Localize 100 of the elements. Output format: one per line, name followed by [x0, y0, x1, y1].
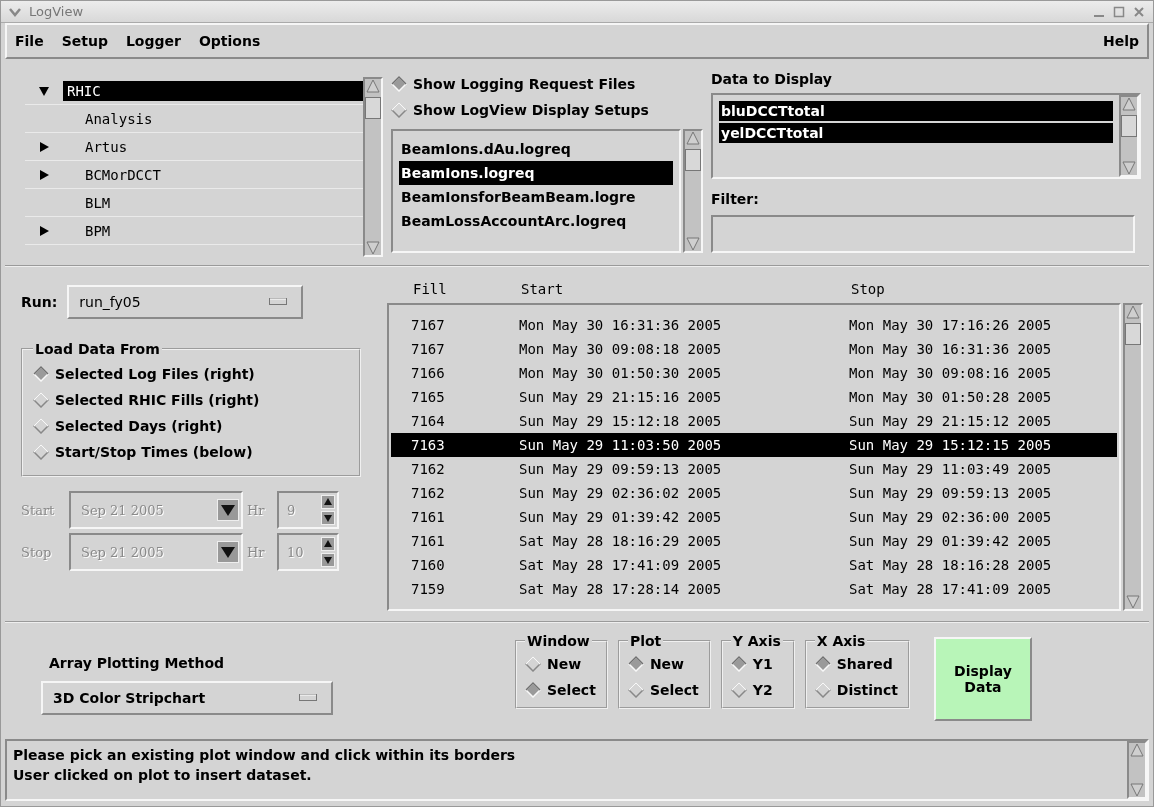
tree-item[interactable]: BCMorDCCT: [63, 164, 363, 185]
plotting-method-dropdown[interactable]: 3D Color Stripchart: [41, 681, 333, 715]
table-row[interactable]: 7166 Mon May 30 01:50:30 2005 Mon May 30 09:08:16 2005: [391, 361, 1117, 385]
radio-label[interactable]: Selected Days (right): [55, 418, 223, 434]
radio-label[interactable]: Shared: [836, 656, 893, 672]
time-label: Stop: [21, 544, 53, 560]
radio-button[interactable]: [525, 656, 541, 672]
scroll-thumb[interactable]: [365, 97, 381, 119]
radio-button[interactable]: [730, 682, 747, 698]
data-to-display-label: Data to Display: [711, 71, 833, 87]
scroll-down-icon[interactable]: [1130, 783, 1144, 797]
table-row[interactable]: 7161 Sat May 28 18:16:29 2005 Sun May 29 01:39:42 2005: [391, 529, 1117, 553]
scroll-thumb[interactable]: [1125, 323, 1141, 345]
date-field: Sep 21 2005: [69, 533, 243, 571]
table-row[interactable]: 7167 Mon May 30 09:08:18 2005 Mon May 30 16:31:36 2005: [391, 337, 1117, 361]
list-item[interactable]: BeamIonsforBeamBeam.logre: [399, 185, 673, 209]
radio-label[interactable]: Distinct: [836, 682, 898, 698]
scroll-thumb[interactable]: [1121, 115, 1137, 137]
radio-label[interactable]: New: [649, 656, 685, 672]
scroll-down-icon[interactable]: [1126, 595, 1140, 609]
tree-item[interactable]: BPM: [63, 220, 363, 241]
table-row[interactable]: 7162 Sun May 29 09:59:13 2005 Sun May 29 11:03:49 2005: [391, 457, 1117, 481]
table-row[interactable]: 7160 Sat May 28 17:41:09 2005 Sat May 28 18:16:28 2005: [391, 553, 1117, 577]
menu-item[interactable]: Help: [1102, 33, 1139, 49]
load-data-group: Load Data From Selected Log Files (right) Selected RHIC Fills (right) Selected Days (right) Start/Stop Times (below): [21, 341, 361, 477]
hour-field: 10: [277, 533, 339, 571]
filter-field[interactable]: [711, 215, 1135, 253]
fill-cell-text: 7164: [411, 413, 446, 429]
table-row[interactable]: 7163 Sun May 29 11:03:50 2005 Sun May 29 15:12:15 2005: [391, 433, 1117, 457]
tree-item[interactable]: RHIC: [63, 80, 363, 101]
scroll-up-icon[interactable]: [1130, 743, 1144, 757]
list-item[interactable]: BeamLossAccountArc.logreq: [399, 209, 673, 233]
scroll-up-icon[interactable]: [1122, 97, 1136, 111]
scroll-up-icon[interactable]: [686, 131, 700, 145]
menu-item[interactable]: Logger: [125, 33, 181, 49]
table-row[interactable]: 7165 Sun May 29 21:15:16 2005 Mon May 30 01:50:28 2005: [391, 385, 1117, 409]
table-row[interactable]: 7164 Sun May 29 15:12:18 2005 Sun May 29 21:15:12 2005: [391, 409, 1117, 433]
scrollbar[interactable]: [1127, 741, 1147, 799]
menu-item[interactable]: Setup: [61, 33, 108, 49]
scrollbar[interactable]: [1123, 303, 1143, 611]
list-item[interactable]: bluDCCTtotal: [719, 101, 1113, 121]
radio-button[interactable]: [814, 682, 831, 698]
option-group: Window New Select: [515, 633, 608, 709]
radio-label[interactable]: Selected Log Files (right): [55, 366, 255, 382]
scrollbar[interactable]: [683, 129, 703, 253]
stop-cell-text: Sun May 29 21:15:12 2005: [849, 413, 1053, 429]
radio-label[interactable]: New: [547, 656, 582, 672]
run-dropdown[interactable]: run_fy05: [67, 285, 304, 319]
stop-cell-text: Sun May 29 02:36:00 2005: [849, 509, 1053, 525]
scroll-up-icon[interactable]: [1126, 305, 1140, 319]
radio-label[interactable]: Select: [547, 682, 596, 698]
radio-label[interactable]: Show LogView Display Setups: [413, 102, 649, 118]
radio-button[interactable]: [391, 102, 407, 118]
scrollbar[interactable]: [363, 77, 383, 257]
scrollbar[interactable]: [1119, 95, 1139, 177]
scroll-down-icon[interactable]: [1122, 161, 1136, 175]
start-cell-text: Sun May 29 15:12:18 2005: [519, 413, 723, 429]
table-row[interactable]: 7159 Sat May 28 17:28:14 2005 Sat May 28 17:41:09 2005: [391, 577, 1117, 601]
list-item[interactable]: BeamIons.logreq: [399, 161, 673, 185]
start-cell-text: Sun May 29 09:59:13 2005: [519, 461, 723, 477]
scroll-down-icon[interactable]: [366, 241, 380, 255]
option-group: Plot New Select: [617, 633, 711, 709]
radio-button[interactable]: [33, 392, 49, 408]
scroll-up-icon[interactable]: [366, 79, 380, 93]
table-row[interactable]: 7162 Sun May 29 02:36:02 2005 Sun May 29 09:59:13 2005: [391, 481, 1117, 505]
radio-label[interactable]: Start/Stop Times (below): [55, 444, 253, 460]
stop-cell-text: Mon May 30 17:16:26 2005: [849, 317, 1053, 333]
close-icon[interactable]: [1133, 5, 1145, 18]
tree-item[interactable]: Artus: [63, 136, 363, 157]
tree-item[interactable]: Analysis: [63, 108, 363, 129]
radio-button[interactable]: [33, 444, 49, 460]
run-label: Run:: [21, 294, 58, 310]
radio-label[interactable]: Y1: [752, 656, 773, 672]
radio-label[interactable]: Selected RHIC Fills (right): [55, 392, 260, 408]
list-item[interactable]: BeamIons.dAu.logreq: [399, 137, 673, 161]
radio-label[interactable]: Select: [649, 682, 699, 698]
menu-item[interactable]: Options: [198, 33, 261, 49]
tree-item[interactable]: BLM: [63, 192, 363, 213]
table-row[interactable]: 7161 Sun May 29 01:39:42 2005 Sun May 29 02:36:00 2005: [391, 505, 1117, 529]
stop-cell-text: Sun May 29 09:59:13 2005: [849, 485, 1053, 501]
table-row[interactable]: 7167 Mon May 30 16:31:36 2005 Mon May 30 17:16:26 2005: [391, 313, 1117, 337]
radio-label[interactable]: Show Logging Request Files: [413, 76, 636, 92]
scroll-down-icon[interactable]: [686, 237, 700, 251]
collapsed-arrow-icon[interactable]: [38, 168, 50, 181]
scroll-thumb[interactable]: [685, 149, 701, 171]
collapsed-arrow-icon[interactable]: [38, 224, 50, 237]
menu-item[interactable]: File: [15, 33, 44, 49]
radio-button[interactable]: [33, 418, 49, 434]
radio-button[interactable]: [627, 682, 644, 698]
option-group: Y Axis Y1 Y2: [720, 633, 795, 709]
collapsed-arrow-icon[interactable]: [38, 140, 50, 153]
display-data-button[interactable]: Display Data: [933, 637, 1032, 721]
fill-cell-text: 7167: [411, 317, 446, 333]
maximize-icon[interactable]: [1113, 5, 1125, 18]
date-field: Sep 21 2005: [69, 491, 243, 529]
radio-label[interactable]: Y2: [752, 682, 773, 698]
window-menu-icon[interactable]: [9, 6, 21, 17]
list-item[interactable]: yelDCCTtotal: [719, 123, 1113, 143]
option-menu-icon: [269, 298, 288, 306]
expanded-arrow-icon[interactable]: [38, 84, 50, 97]
